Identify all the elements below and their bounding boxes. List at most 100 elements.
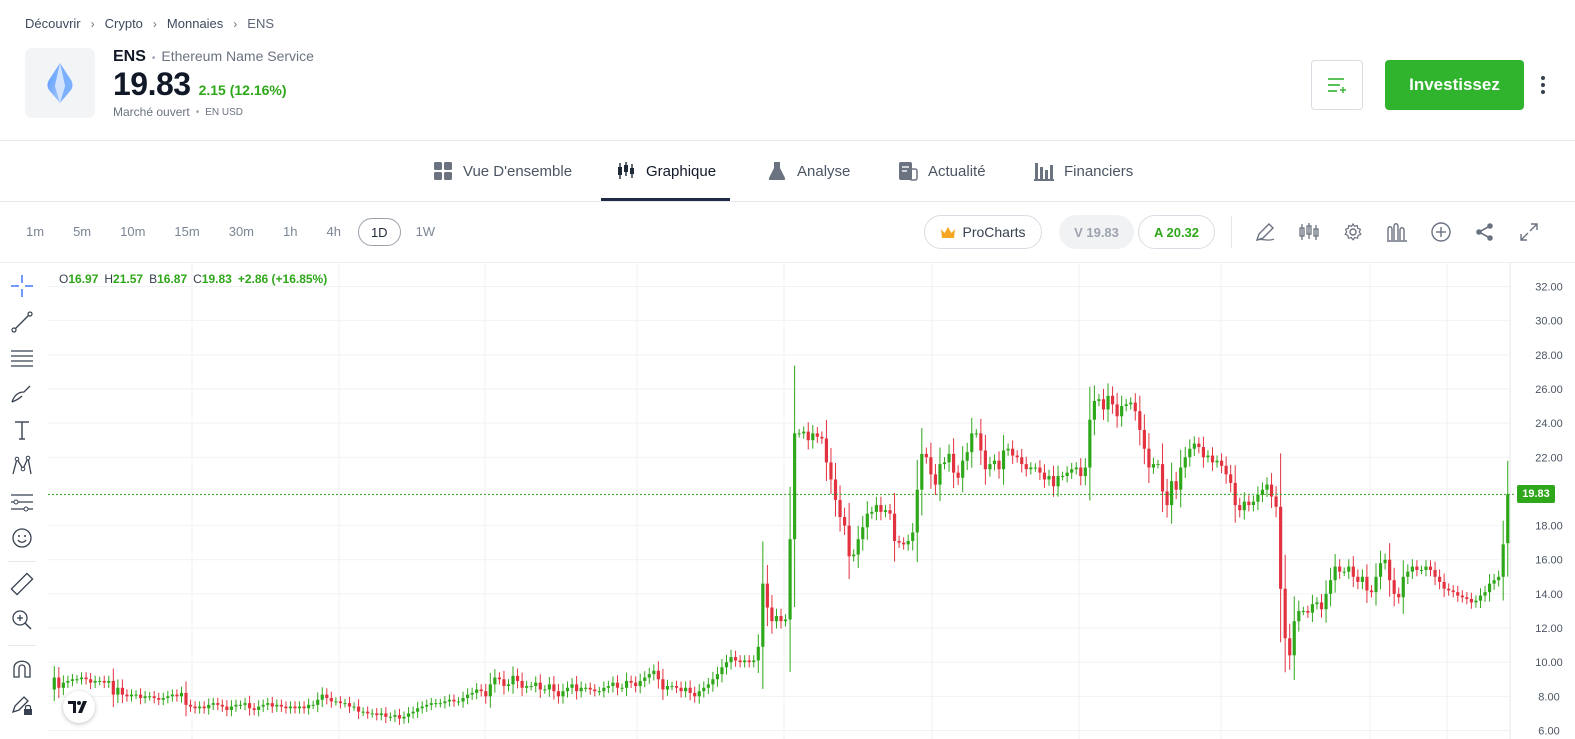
interval-4h[interactable]: 4h [320,218,346,246]
candle-body [1388,559,1392,581]
share-icon[interactable] [1473,220,1497,244]
candle-body [1101,399,1106,410]
candle-body [1097,399,1101,401]
chart-type-icon[interactable] [1297,220,1321,244]
breadcrumb-currencies[interactable]: Monnaies [167,16,223,31]
add-to-watchlist-button[interactable] [1311,60,1363,110]
invest-button[interactable]: Investissez [1385,60,1524,110]
interval-5m[interactable]: 5m [67,218,97,246]
indicators-icon[interactable] [1385,220,1409,244]
candle-body [1315,602,1319,605]
candle-body [129,694,134,697]
text-tool-icon[interactable] [8,416,36,444]
candle-body [1383,559,1387,564]
interval-1w[interactable]: 1W [410,218,442,246]
candle-body [561,691,565,697]
candle-body [1206,455,1210,458]
sell-price-button[interactable]: V 19.83 [1059,215,1134,249]
candle-body [1083,467,1087,477]
trend-line-icon[interactable] [8,308,36,336]
candle-body [1201,447,1206,458]
candle-body [838,499,842,518]
breadcrumb-crypto[interactable]: Crypto [105,16,143,31]
tab-analysis[interactable]: Analyse [767,141,850,201]
candle-body [443,701,447,704]
candle-body [384,713,388,717]
candle-body [793,433,797,540]
candle-body [1351,566,1355,577]
candle-body [416,708,420,712]
tab-chart[interactable]: Graphique [616,141,716,201]
candle-body [752,660,756,663]
interval-15m[interactable]: 15m [168,218,205,246]
add-comparison-icon[interactable] [1429,220,1453,244]
magnet-icon[interactable] [8,655,36,683]
candle-body [902,542,906,545]
interval-10m[interactable]: 10m [114,218,151,246]
candle-body [970,433,974,453]
crosshair-icon[interactable] [8,272,36,300]
candle-body [307,704,311,709]
candle-body [1301,610,1305,612]
tab-financials[interactable]: Financiers [1034,141,1133,201]
candle-body [1478,595,1483,601]
candle-body [511,675,515,685]
interval-1m[interactable]: 1m [20,218,50,246]
ohlc-open: 16.97 [68,272,99,286]
candle-body [756,646,760,661]
candle-body [724,662,729,668]
candle-body [1219,460,1224,466]
candle-body [861,527,865,540]
more-vertical-icon[interactable] [1536,72,1550,98]
brush-icon[interactable] [8,380,36,408]
candle-body [188,704,193,707]
candle-body [652,670,656,675]
interval-1d[interactable]: 1D [357,218,401,246]
breadcrumb-discover[interactable]: Découvrir [25,16,81,31]
lock-drawing-icon[interactable] [8,691,36,719]
tradingview-logo-icon[interactable] [63,691,95,723]
candle-body [1065,472,1069,477]
tab-overview[interactable]: Vue D'ensemble [433,141,572,201]
candle-body [61,682,65,688]
candle-body [1288,638,1292,656]
interval-1h[interactable]: 1h [277,218,303,246]
candle-body [1451,590,1455,593]
candle-body [647,674,651,678]
candle-body [588,687,592,690]
pattern-tool-icon[interactable] [8,452,36,480]
tab-news[interactable]: Actualité [898,141,986,201]
candle-body [193,706,197,709]
candle-body [956,472,960,478]
ruler-icon[interactable] [8,570,36,598]
candle-body [202,706,206,709]
candle-body [216,703,220,705]
candle-body [98,680,102,682]
zoom-in-icon[interactable] [8,606,36,634]
candle-body [1051,476,1056,487]
emoji-icon[interactable] [8,524,36,552]
chevron-right-icon: › [233,16,238,31]
candle-body [811,433,815,441]
procharts-button[interactable]: ProCharts [924,215,1042,249]
fib-retracement-icon[interactable] [8,344,36,372]
candle-body [1497,576,1501,581]
buy-price-button[interactable]: A 20.32 [1138,215,1215,249]
candle-body [1001,450,1006,470]
projection-tool-icon[interactable] [8,488,36,516]
draw-pencil-icon[interactable] [1253,220,1277,244]
candle-body [534,682,538,687]
candle-body [1042,472,1047,480]
candle-body [788,539,792,620]
candle-body [1011,448,1015,456]
price-chart[interactable]: 32.00 30.00 28.00 26.00 24.00 22.00 18.00 16.00… [48,263,1575,739]
candle-body [743,660,747,663]
candle-body [1279,506,1283,589]
candle-body [765,583,769,608]
fullscreen-icon[interactable] [1517,220,1541,244]
candle-body [1438,576,1442,582]
settings-gear-icon[interactable] [1341,220,1365,244]
chevron-right-icon: › [90,16,95,31]
interval-30m[interactable]: 30m [223,218,260,246]
candle-body [1297,610,1301,622]
